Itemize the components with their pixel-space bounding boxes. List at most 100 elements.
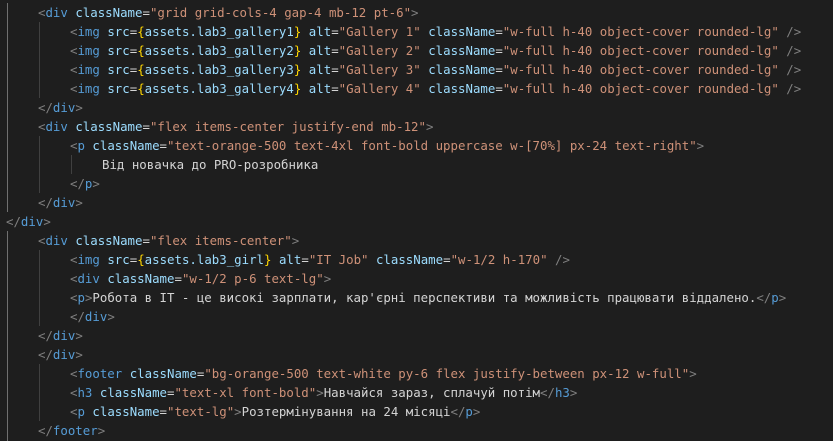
code-line[interactable]: <img src={assets.lab3_gallery3} alt="Gal… <box>70 60 801 79</box>
code-token: = <box>331 62 339 77</box>
code-token: = <box>495 81 503 96</box>
code-token: </ <box>540 385 555 400</box>
code-line[interactable]: <img src={assets.lab3_gallery1} alt="Gal… <box>70 22 801 41</box>
code-token: > <box>75 347 83 362</box>
code-token: className <box>107 271 175 286</box>
code-token: p <box>465 404 473 419</box>
code-line[interactable]: <h3 className="text-xl font-bold">Навчай… <box>70 383 577 402</box>
code-editor[interactable]: <div className="grid grid-cols-4 gap-4 m… <box>0 0 833 441</box>
code-token: alt <box>308 24 332 39</box>
code-line[interactable]: Від новачка до PRO-розробника <box>102 155 318 174</box>
code-token: img <box>77 24 100 39</box>
code-token: Розтермінування на 24 місяці <box>241 404 451 419</box>
code-line[interactable]: <div className="flex items-center"> <box>38 231 299 250</box>
code-token: </ <box>450 404 466 419</box>
code-token: = <box>142 233 150 248</box>
code-token: footer <box>77 366 123 381</box>
code-token: src <box>107 62 130 77</box>
code-token: { <box>137 62 145 77</box>
code-line[interactable]: <p className="text-lg">Розтермінування н… <box>70 402 480 421</box>
code-token: > <box>43 214 51 229</box>
code-token: className <box>92 404 160 419</box>
code-token: img <box>77 252 100 267</box>
code-line[interactable]: </footer> <box>38 421 105 440</box>
code-line[interactable]: <div className="flex items-center justif… <box>38 117 433 136</box>
code-token: = <box>331 24 339 39</box>
code-token: </ <box>756 290 772 305</box>
code-token: = <box>495 43 503 58</box>
code-token: { <box>137 43 145 58</box>
code-token: > <box>316 385 324 400</box>
code-token: > <box>472 404 481 419</box>
code-token: assets.lab3_gallery1 <box>144 24 294 39</box>
indent-guide <box>39 22 40 98</box>
code-line[interactable]: <p>Робота в IT - це високі зарплати, кар… <box>70 288 786 307</box>
code-token: img <box>77 62 100 77</box>
code-token: = <box>142 5 150 20</box>
code-line[interactable]: <img src={assets.lab3_gallery2} alt="Gal… <box>70 41 801 60</box>
code-token: </ <box>38 328 53 343</box>
code-token: div <box>52 347 76 362</box>
code-token: /> <box>555 252 570 267</box>
code-token: "IT Job" <box>308 252 369 267</box>
code-token: "bg-orange-500 text-white py-6 flex just… <box>204 366 690 381</box>
code-token: div <box>77 271 100 286</box>
code-line[interactable]: <img src={assets.lab3_girl} alt="IT Job"… <box>70 250 570 269</box>
code-token: { <box>137 24 145 39</box>
code-token: = <box>142 119 150 134</box>
code-token: > <box>696 138 705 153</box>
indent-guide <box>39 250 40 326</box>
code-line[interactable]: </div> <box>38 326 83 345</box>
code-token: = <box>495 24 503 39</box>
code-token: className <box>129 366 197 381</box>
code-line[interactable]: </div> <box>38 345 83 364</box>
code-line[interactable]: </div> <box>38 98 83 117</box>
code-token: div <box>52 328 76 343</box>
code-token: assets.lab3_gallery4 <box>144 81 294 96</box>
code-token: p <box>77 290 85 305</box>
code-line[interactable]: </div> <box>6 212 51 231</box>
code-token: "text-xl font-bold" <box>174 385 317 400</box>
code-token: div <box>52 195 76 210</box>
code-token: > <box>75 100 83 115</box>
code-token: className <box>428 81 496 96</box>
code-token: > <box>425 119 434 134</box>
code-token: </ <box>70 309 85 324</box>
code-line[interactable]: <img src={assets.lab3_gallery4} alt="Gal… <box>70 79 801 98</box>
code-token: div <box>45 5 68 20</box>
code-line[interactable]: <div className="grid grid-cols-4 gap-4 m… <box>38 3 419 22</box>
code-token: alt <box>308 81 332 96</box>
code-line[interactable]: </div> <box>70 307 115 326</box>
code-token: assets.lab3_gallery3 <box>144 62 294 77</box>
code-token: /> <box>786 62 802 77</box>
code-token: > <box>75 195 83 210</box>
code-line[interactable]: <div className="w-1/2 p-6 text-lg"> <box>70 269 331 288</box>
code-token: className <box>92 138 160 153</box>
code-token: > <box>92 176 100 191</box>
code-token: > <box>689 366 697 381</box>
code-token: p <box>77 138 85 153</box>
code-line[interactable]: </p> <box>70 174 100 193</box>
code-token: footer <box>52 423 98 438</box>
code-token: = <box>331 43 339 58</box>
code-token: = <box>301 252 309 267</box>
code-token: "w-1/2 h-170" <box>450 252 548 267</box>
code-token: img <box>77 81 100 96</box>
code-line[interactable]: </div> <box>38 193 83 212</box>
code-token: p <box>771 290 779 305</box>
indent-guide <box>39 364 40 421</box>
code-line[interactable]: <p className="text-orange-500 text-4xl f… <box>70 136 704 155</box>
code-token: = <box>495 62 503 77</box>
code-token: = <box>443 252 451 267</box>
code-token: = <box>159 138 168 153</box>
code-token: { <box>137 81 145 96</box>
code-line[interactable]: <footer className="bg-orange-500 text-wh… <box>70 364 697 383</box>
code-token: "flex items-center justify-end mb-12" <box>149 119 426 134</box>
code-token: div <box>45 119 68 134</box>
indent-guide <box>7 231 8 441</box>
